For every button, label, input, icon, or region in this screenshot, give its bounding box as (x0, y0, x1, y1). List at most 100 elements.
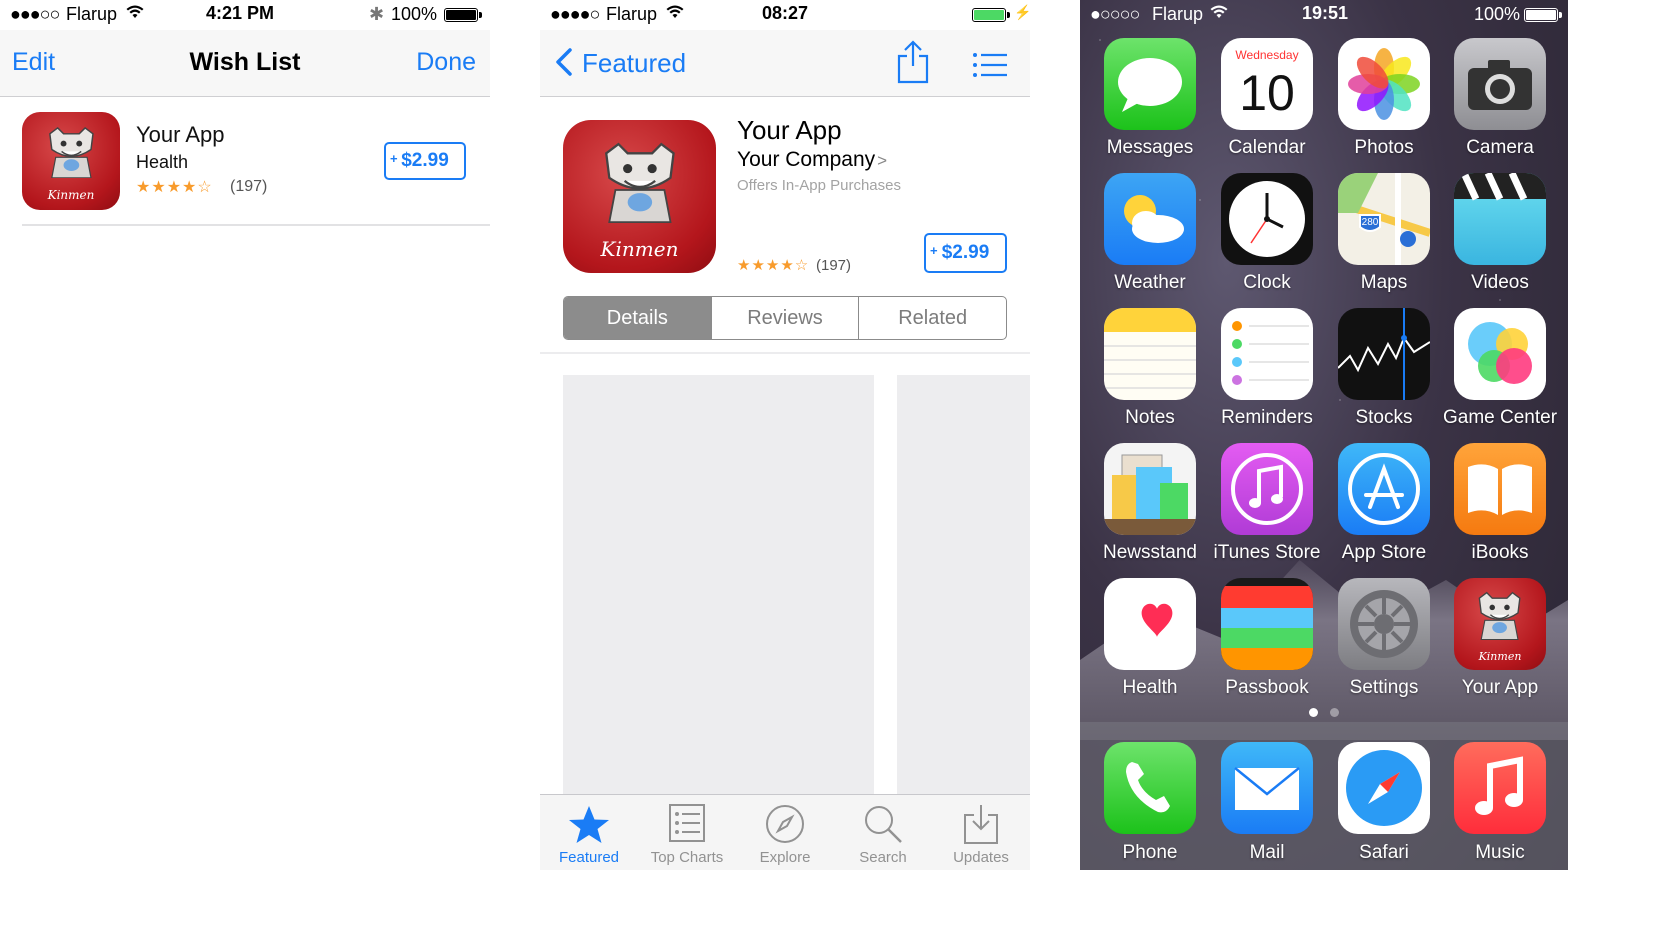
rating-count: (197) (816, 257, 852, 274)
phone-icon (1126, 762, 1170, 813)
app-label: iTunes Store (1213, 542, 1321, 563)
tab-label: Updates (953, 849, 1009, 866)
app-label: Mail (1249, 842, 1285, 863)
app-label: Music (1475, 842, 1525, 863)
tab-top-charts[interactable]: Top Charts (638, 795, 736, 870)
price-button[interactable]: + $2.99 (384, 142, 466, 180)
company-link[interactable]: Your Company > (737, 148, 887, 172)
star-icon (569, 806, 609, 843)
mascot-icon (48, 126, 94, 178)
price-label: $2.99 (941, 242, 990, 263)
battery-percent: 100% (391, 4, 438, 24)
notepad-icon (1104, 308, 1196, 389)
status-bar: ●●●○○ Flarup 4:21 PM ✱ 100% (0, 0, 490, 30)
checklist-icon (1232, 321, 1309, 385)
app-store-app-icon[interactable] (1338, 443, 1430, 535)
music-app-icon[interactable] (1454, 742, 1546, 834)
mascot-icon (604, 142, 675, 223)
passbook-app-icon[interactable] (1221, 578, 1313, 670)
heart-icon (1141, 603, 1173, 638)
icon-caption: Kinmen (600, 236, 679, 261)
app-label: Newsstand (1103, 542, 1197, 563)
videos-app-icon[interactable] (1454, 173, 1546, 265)
carrier-label: Flarup (606, 4, 658, 24)
app-label: Game Center (1442, 407, 1558, 428)
navigation-bar: Wish List Edit Done (0, 30, 490, 97)
edit-button[interactable]: Edit (12, 48, 55, 77)
calendar-day: 10 (1239, 65, 1295, 121)
maps-app-icon[interactable]: 280 (1338, 173, 1430, 265)
status-time: 4:21 PM (206, 3, 275, 23)
clock-app-icon[interactable] (1221, 173, 1313, 265)
carrier-label: Flarup (1152, 4, 1204, 24)
wishlist-row[interactable]: Kinmen Your App Health ★★★★☆ (197) + $2.… (22, 98, 490, 226)
stock-chart-icon (1338, 308, 1430, 400)
tab-updates[interactable]: Updates (932, 795, 1030, 870)
map-icon: 280 (1338, 173, 1430, 265)
photos-app-icon[interactable] (1338, 38, 1430, 130)
signal-dots: ●○○○○ (1090, 4, 1140, 24)
flower-icon (1348, 48, 1420, 120)
plus-icon: + (930, 243, 938, 258)
wishlist-screen: ●●●○○ Flarup 4:21 PM ✱ 100% Wish List Ed… (0, 0, 490, 870)
camera-app-icon[interactable] (1454, 38, 1546, 130)
share-icon[interactable] (896, 40, 930, 84)
bubbles-icon (1468, 322, 1532, 384)
reminders-app-icon[interactable] (1221, 308, 1313, 400)
safari-app-icon[interactable] (1338, 742, 1430, 834)
app-label: Messages (1106, 137, 1194, 158)
wifi-icon (126, 5, 144, 23)
tab-explore[interactable]: Explore (736, 795, 834, 870)
screenshot-placeholder[interactable] (897, 375, 1030, 795)
dock: Phone Mail Safari Music (1080, 722, 1568, 870)
ibooks-app-icon[interactable] (1454, 443, 1546, 535)
signal-dots: ●●●○○ (10, 4, 60, 24)
battery-icon (1524, 8, 1562, 22)
segment-related[interactable]: Related (859, 297, 1006, 339)
maps-shield-number: 280 (1362, 217, 1379, 228)
messages-app-icon[interactable] (1104, 38, 1196, 130)
app-label: Stocks (1355, 407, 1413, 428)
calendar-app-icon[interactable]: Wednesday 10 (1221, 38, 1313, 130)
your-app-icon[interactable]: Kinmen (1454, 578, 1546, 670)
weather-app-icon[interactable] (1104, 173, 1196, 265)
list-icon[interactable] (972, 52, 1008, 78)
app-category: Health (136, 152, 189, 172)
app-label: Reminders (1221, 407, 1313, 428)
music-note-icon (1231, 453, 1303, 525)
stocks-app-icon[interactable] (1338, 308, 1430, 400)
back-chevron-icon[interactable] (554, 48, 574, 76)
status-time: 19:51 (1302, 3, 1349, 23)
tab-search[interactable]: Search (834, 795, 932, 870)
envelope-icon (1234, 767, 1300, 810)
app-label: Clock (1243, 272, 1291, 293)
tab-label: Search (859, 849, 907, 866)
mail-app-icon[interactable] (1221, 742, 1313, 834)
carrier-label: Flarup (66, 4, 118, 24)
done-button[interactable]: Done (416, 48, 476, 77)
itunes-store-app-icon[interactable] (1221, 443, 1313, 535)
phone-app-icon[interactable] (1104, 742, 1196, 834)
notes-app-icon[interactable] (1104, 308, 1196, 400)
calendar-weekday: Wednesday (1235, 48, 1299, 62)
segment-details[interactable]: Details (564, 297, 712, 339)
navigation-bar: Featured (540, 30, 1030, 97)
price-button[interactable]: + $2.99 (924, 233, 1007, 273)
game-center-app-icon[interactable] (1454, 308, 1546, 400)
newsstand-app-icon[interactable] (1104, 443, 1196, 535)
music-note-icon (1475, 756, 1523, 815)
health-app-icon[interactable] (1104, 578, 1196, 670)
company-name: Your Company (737, 148, 876, 171)
app-icon: Kinmen (22, 112, 120, 210)
screenshot-placeholder[interactable] (563, 375, 874, 795)
page-indicator[interactable] (1080, 704, 1568, 722)
charging-icon: ⚡ (1014, 4, 1030, 20)
app-label: Camera (1466, 137, 1534, 158)
divider (540, 352, 1030, 354)
settings-app-icon[interactable] (1338, 578, 1430, 670)
app-name: Your App (136, 122, 225, 147)
segment-reviews[interactable]: Reviews (712, 297, 860, 339)
tab-featured[interactable]: Featured (540, 795, 638, 870)
back-button[interactable]: Featured (582, 48, 686, 79)
plus-icon: + (390, 151, 398, 166)
